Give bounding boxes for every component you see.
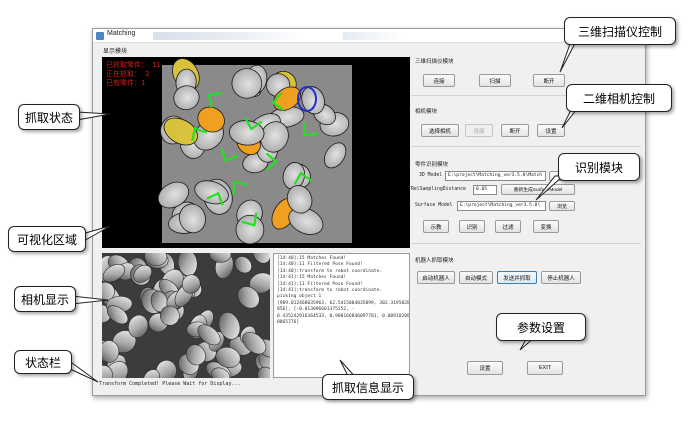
app-icon [96,32,104,40]
pick-status-callout: 抓取状态 [18,104,80,130]
auto-mode-button[interactable]: 自动模式 [459,271,493,284]
viz-area-callout: 可视化区域 [8,226,86,252]
camera-connect-button[interactable]: 连接 [465,124,493,137]
visualization-view[interactable]: 已抓取零件： 11 正在抓取： 2 已有零件：1 [102,57,410,248]
resample-distance-input[interactable]: 0.05 [473,185,497,195]
settings-button[interactable]: 设置 [467,361,503,375]
log-line: 0065776] [277,320,300,326]
scene-part [235,214,265,245]
params-callout: 参数设置 [496,313,586,341]
scanner-control-callout: 三维扫描仪控制 [564,17,676,45]
scanner-connect-button[interactable]: 连接 [423,74,455,87]
divider [411,146,641,147]
camera-image [102,253,270,378]
remaining-line: 已有零件：1 [106,79,146,87]
visualization-scene [157,58,352,245]
model-path-label: 3D Model [419,173,443,178]
model-path-input[interactable]: E:\project\Matching_ver3.5.0\Match [445,171,546,181]
scanner-disconnect-button[interactable]: 断开 [533,74,565,87]
camera-group-label: 相机模块 [415,109,438,115]
surface-model-path-input[interactable]: E:\project\Matching_ver3.5.0\ [457,201,546,211]
title-bar-blur [343,32,403,40]
status-bar-callout: 状态栏 [14,350,72,374]
surface-model-label: Surface Model [415,203,453,208]
select-camera-button[interactable]: 选择相机 [421,124,459,137]
title-bar-blur [153,32,303,40]
window-title: Matching [107,30,136,37]
recognition-group-label: 零件识别模块 [415,162,449,168]
log-panel[interactable]: [14:40]:15 Matches Found! [14:40]:11 Fil… [273,253,410,378]
pick-info-callout: 抓取信息显示 [322,374,414,400]
start-robot-button[interactable]: 启动机器人 [417,271,455,284]
regenerate-surface-model-button[interactable]: 重新生成SurfaceModel [501,184,575,195]
filter-button[interactable]: 过滤 [495,220,521,233]
resample-label: RelSamplingDistance [411,187,466,192]
robot-group-label: 机器人抓取模块 [415,258,454,264]
camera-view[interactable] [102,253,270,378]
status-bar: Transform Completed! Please Wait for Dis… [99,381,241,387]
camera-control-callout: 二维相机控制 [566,84,672,112]
recognize-button[interactable]: 识别 [459,220,485,233]
transform-button[interactable]: 变换 [533,220,559,233]
stop-robot-button[interactable]: 停止机器人 [541,271,581,284]
recognition-callout: 识别模块 [558,153,640,181]
display-group-label: 显示模块 [103,49,128,55]
scanner-scan-button[interactable]: 扫描 [479,74,511,87]
camera-settings-button[interactable]: 设置 [537,124,565,137]
browse-surface-button[interactable]: 浏览 [549,201,575,211]
teach-button[interactable]: 示教 [423,220,449,233]
camera-display-callout: 相机显示 [14,286,76,312]
camera-disconnect-button[interactable]: 断开 [501,124,529,137]
send-and-pick-button[interactable]: 发送并抓取 [497,271,537,284]
scanner-group-label: 三维扫描仪模块 [415,59,454,65]
exit-button[interactable]: EXIT [527,361,563,375]
title-bar[interactable]: Matching [93,29,645,43]
divider [411,243,641,244]
